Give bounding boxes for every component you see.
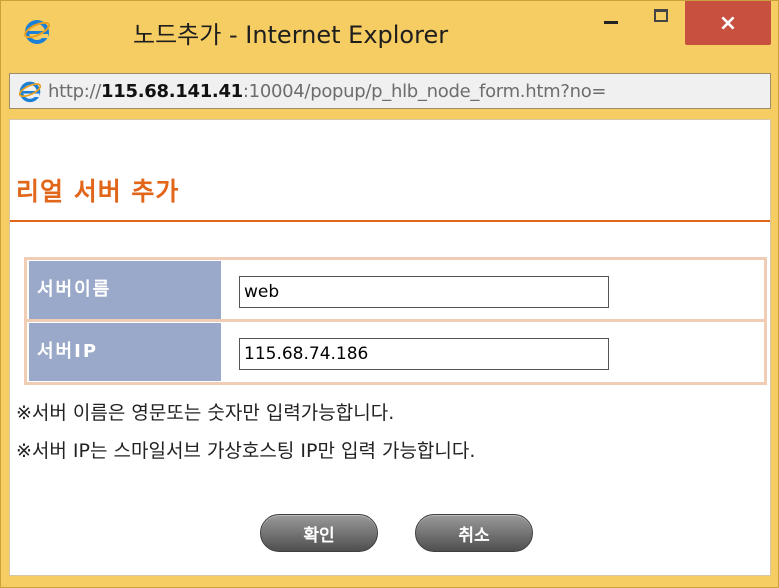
address-bar[interactable]: http://115.68.141.41:10004/popup/p_hlb_n… (9, 73, 771, 109)
page-content: 리얼 서버 추가 서버이름 서버IP ※서버 이름은 영문또는 숫자만 입력가능… (9, 119, 771, 576)
title-divider (10, 220, 770, 222)
window-title: 노드추가 - Internet Explorer (133, 21, 449, 49)
row-divider (27, 319, 764, 322)
server-name-row: 서버이름 (27, 261, 764, 319)
server-name-note: ※서버 이름은 영문또는 숫자만 입력가능합니다. (16, 402, 395, 424)
server-ip-note: ※서버 IP는 스마일서브 가상호스팅 IP만 입력 가능합니다. (16, 440, 476, 462)
server-ip-cell (225, 323, 764, 381)
server-name-cell (225, 261, 764, 319)
maximize-icon (654, 8, 668, 22)
maximize-button[interactable] (641, 1, 681, 41)
server-name-input[interactable] (239, 276, 609, 308)
server-ip-label: 서버IP (29, 323, 221, 381)
server-form: 서버이름 서버IP (24, 257, 767, 385)
url-scheme: http:// (48, 80, 102, 102)
url-path: :10004/popup/p_hlb_node_form.htm?no= (242, 80, 607, 102)
close-button[interactable]: × (685, 1, 771, 45)
minimize-button[interactable] (591, 1, 631, 41)
server-ip-row: 서버IP (27, 323, 764, 381)
internet-explorer-icon (24, 20, 50, 44)
address-url[interactable]: http://115.68.141.41:10004/popup/p_hlb_n… (48, 81, 606, 102)
url-host: 115.68.141.41 (101, 80, 243, 102)
cancel-button[interactable]: 취소 (415, 514, 533, 552)
internet-explorer-icon (18, 81, 42, 103)
minimize-icon (604, 20, 618, 24)
title-bar[interactable]: 노드추가 - Internet Explorer × (1, 1, 778, 65)
close-icon: × (718, 10, 738, 36)
server-name-label: 서버이름 (29, 261, 221, 319)
confirm-button[interactable]: 확인 (260, 514, 378, 552)
browser-window: 노드추가 - Internet Explorer × http://115.68… (0, 0, 779, 588)
page-title: 리얼 서버 추가 (16, 177, 180, 206)
server-ip-input[interactable] (239, 338, 609, 370)
